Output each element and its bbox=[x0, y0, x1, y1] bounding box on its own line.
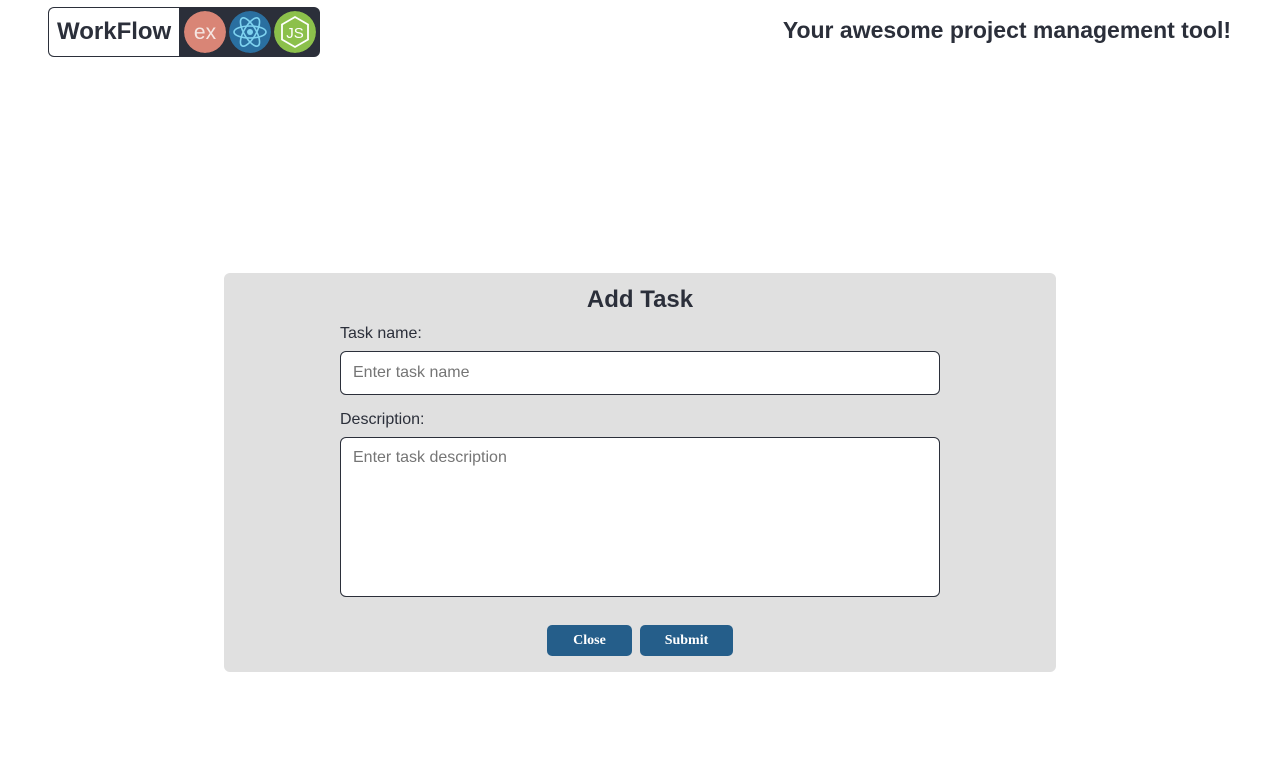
close-button[interactable]: Close bbox=[547, 625, 632, 656]
description-textarea[interactable] bbox=[340, 437, 940, 597]
tagline: Your awesome project management tool! bbox=[782, 17, 1231, 43]
description-label: Description: bbox=[340, 411, 425, 428]
logo-text-box: WorkFlow bbox=[48, 7, 180, 57]
react-icon bbox=[228, 11, 271, 53]
express-icon: ex bbox=[183, 11, 226, 53]
svg-text:ex: ex bbox=[194, 21, 217, 44]
tech-icons: ex JS bbox=[179, 7, 321, 57]
submit-button[interactable]: Submit bbox=[640, 625, 733, 656]
app-logo[interactable]: WorkFlow ex JS bbox=[48, 7, 321, 57]
nodejs-icon: JS bbox=[273, 11, 316, 53]
svg-text:JS: JS bbox=[286, 25, 304, 42]
task-name-input[interactable] bbox=[340, 351, 940, 395]
app-header: WorkFlow ex JS Your awesome project mana… bbox=[0, 0, 1279, 70]
task-name-label: Task name: bbox=[340, 325, 422, 342]
modal-title: Add Task bbox=[586, 286, 694, 313]
add-task-modal: Add Task Task name: Description: Close S… bbox=[224, 273, 1056, 672]
logo-text: WorkFlow bbox=[57, 18, 172, 45]
